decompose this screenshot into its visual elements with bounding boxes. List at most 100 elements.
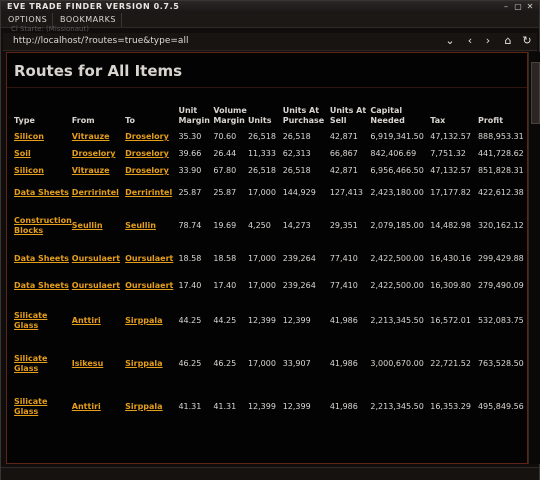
header-tax: Tax <box>430 116 446 125</box>
item-link[interactable]: Data Sheets <box>14 188 69 197</box>
header-units-at-purchase: Units At Purchase <box>282 106 325 125</box>
header-unit-margin: Unit Margin <box>178 106 210 125</box>
profit-value: 888,953.31 <box>477 132 524 141</box>
tax-value: 47,132.57 <box>430 166 471 175</box>
item-link[interactable]: Data Sheets <box>14 281 69 290</box>
from-link[interactable]: Oursulaert <box>72 281 120 290</box>
item-link[interactable]: Construction Blocks <box>14 216 72 235</box>
item-link[interactable]: Silicate Glass <box>14 311 47 330</box>
to-link[interactable]: Seullin <box>125 221 156 230</box>
purchase-units-value: 62,313 <box>282 149 311 158</box>
unit-margin-value: 17.40 <box>178 281 202 290</box>
maximize-icon[interactable]: ▢ <box>513 2 523 12</box>
item-link[interactable]: Silicon <box>14 132 44 141</box>
sell-units-value: 41,986 <box>329 402 358 411</box>
to-link[interactable]: Oursulaert <box>125 254 173 263</box>
purchase-units-value: 239,264 <box>282 281 316 290</box>
header-from: From <box>71 116 95 125</box>
from-link[interactable]: Isikesu <box>72 359 103 368</box>
to-link[interactable]: Droselory <box>125 166 169 175</box>
forward-icon[interactable]: › <box>481 34 495 48</box>
profit-value: 422,612.38 <box>477 188 524 197</box>
sell-units-value: 41,986 <box>329 316 358 325</box>
item-link[interactable]: Soil <box>14 149 31 158</box>
from-link[interactable]: Derririntel <box>72 188 119 197</box>
unit-margin-value: 25.87 <box>178 188 202 197</box>
content-panel: Routes for All Items Type From To Unit M… <box>6 52 528 464</box>
chevron-down-icon[interactable]: ⌄ <box>443 34 457 48</box>
refresh-icon[interactable]: ↻ <box>520 34 534 48</box>
page-title: Routes for All Items <box>14 62 183 80</box>
profit-value: 299,429.88 <box>477 254 524 263</box>
back-icon[interactable]: ‹ <box>463 34 477 48</box>
tax-value: 16,309.80 <box>430 281 471 290</box>
to-link[interactable]: Oursulaert <box>125 281 173 290</box>
volume-margin-value: 25.87 <box>213 188 237 197</box>
volume-margin-value: 44.25 <box>213 316 237 325</box>
sell-units-value: 127,413 <box>329 188 363 197</box>
tax-value: 16,572.01 <box>430 316 471 325</box>
unit-margin-value: 78.74 <box>178 221 202 230</box>
ghost-status-text: Cl Starte: (Missionaut) <box>11 25 89 33</box>
units-value: 12,399 <box>247 316 276 325</box>
to-link[interactable]: Derririntel <box>125 188 172 197</box>
close-icon[interactable]: ✕ <box>525 2 535 12</box>
units-value: 11,333 <box>247 149 276 158</box>
sell-units-value: 66,867 <box>329 149 358 158</box>
from-link[interactable]: Anttiri <box>72 402 101 411</box>
profit-value: 279,490.09 <box>477 281 524 290</box>
home-icon[interactable]: ⌂ <box>501 34 515 48</box>
to-link[interactable]: Sirppala <box>125 402 162 411</box>
address-url[interactable]: http://localhost/?routes=true&type=all <box>13 36 188 46</box>
purchase-units-value: 26,518 <box>282 166 311 175</box>
item-link[interactable]: Silicate Glass <box>14 397 47 416</box>
to-link[interactable]: Droselory <box>125 149 169 158</box>
to-link[interactable]: Sirppala <box>125 359 162 368</box>
vertical-scrollbar[interactable] <box>528 52 540 464</box>
divider <box>7 87 527 88</box>
from-link[interactable]: Vitrauze <box>72 132 110 141</box>
from-link[interactable]: Oursulaert <box>72 254 120 263</box>
to-link[interactable]: Sirppala <box>125 316 162 325</box>
header-units-at-sell: Units At Sell <box>329 106 367 125</box>
from-link[interactable]: Droselory <box>72 149 116 158</box>
profit-value: 851,828.31 <box>477 166 524 175</box>
from-link[interactable]: Seullin <box>72 221 103 230</box>
from-link[interactable]: Vitrauze <box>72 166 110 175</box>
volume-margin-value: 70.60 <box>213 132 237 141</box>
to-link[interactable]: Droselory <box>125 132 169 141</box>
item-link[interactable]: Silicon <box>14 166 44 175</box>
sell-units-value: 42,871 <box>329 166 358 175</box>
sell-units-value: 41,986 <box>329 359 358 368</box>
capital-value: 2,079,185.00 <box>370 221 424 230</box>
from-link[interactable]: Anttiri <box>72 316 101 325</box>
volume-margin-value: 26.44 <box>213 149 237 158</box>
profit-value: 495,849.56 <box>477 402 524 411</box>
table-row: Silicate Glass Isikesu Sirppala 46.25 46… <box>14 343 527 386</box>
title-bar: EVE TRADE FINDER VERSION 0.7.5 – ▢ ✕ <box>1 1 539 13</box>
item-link[interactable]: Data Sheets <box>14 254 69 263</box>
sell-units-value: 77,410 <box>329 281 358 290</box>
units-value: 17,000 <box>247 359 276 368</box>
item-link[interactable]: Silicate Glass <box>14 354 47 373</box>
sell-units-value: 29,351 <box>329 221 358 230</box>
table-row: Data Sheets Oursulaert Oursulaert 17.40 … <box>14 273 527 300</box>
window-title: EVE TRADE FINDER VERSION 0.7.5 <box>7 2 180 11</box>
tax-value: 16,430.16 <box>430 254 471 263</box>
units-value: 12,399 <box>247 402 276 411</box>
header-type: Type <box>14 116 35 125</box>
table-row: Soil Droselory Droselory 39.66 26.44 11,… <box>14 146 527 163</box>
table-row: Silicate Glass Anttiri Sirppala 41.31 41… <box>14 386 527 429</box>
table-row: Silicate Glass Anttiri Sirppala 44.25 44… <box>14 300 527 343</box>
units-value: 4,250 <box>247 221 271 230</box>
purchase-units-value: 239,264 <box>282 254 316 263</box>
profit-value: 320,162.12 <box>477 221 524 230</box>
sell-units-value: 77,410 <box>329 254 358 263</box>
volume-margin-value: 41.31 <box>213 402 237 411</box>
scrollbar-thumb[interactable] <box>531 62 540 124</box>
minimize-icon[interactable]: – <box>501 2 511 12</box>
unit-margin-value: 44.25 <box>178 316 202 325</box>
unit-margin-value: 35.30 <box>178 132 202 141</box>
tax-value: 14,482.98 <box>430 221 471 230</box>
capital-value: 2,423,180.00 <box>370 188 424 197</box>
